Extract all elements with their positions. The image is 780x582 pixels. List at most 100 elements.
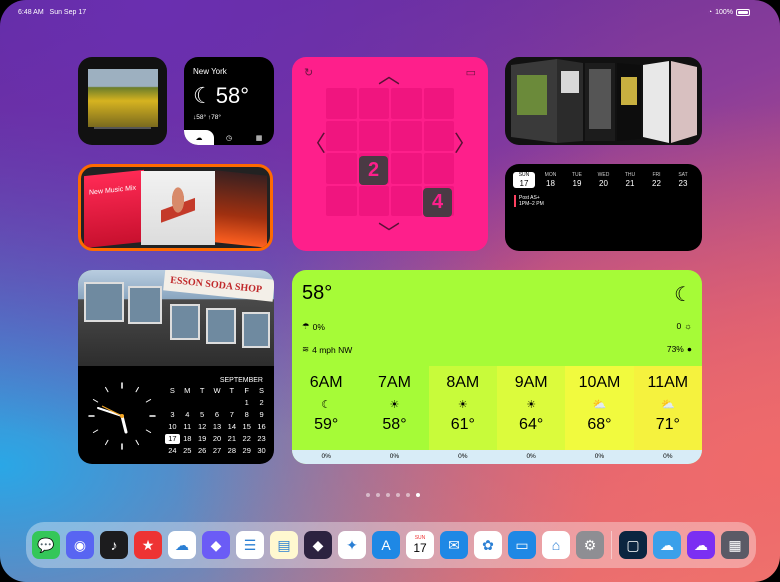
game-tile: 2 bbox=[359, 156, 388, 185]
day[interactable]: SAT 23 bbox=[672, 172, 694, 188]
month-day: 7 bbox=[229, 410, 234, 419]
shortcuts-app-icon[interactable]: ◆ bbox=[202, 531, 230, 559]
game-2048-widget[interactable]: ↻ ▭ ︿ ﹀ 〈 〉 2 4 bbox=[292, 57, 488, 251]
weather-high: ↑78° bbox=[207, 114, 221, 121]
event-time: 1PM–2 PM bbox=[519, 201, 544, 207]
up-arrow-icon[interactable]: ︿ bbox=[378, 65, 400, 87]
obsidian-app-icon[interactable]: ◆ bbox=[304, 531, 332, 559]
weather-tab-clock[interactable]: ◷ bbox=[214, 130, 244, 145]
hour-temp: 58° bbox=[382, 416, 407, 433]
photos-widget-small[interactable] bbox=[78, 57, 167, 145]
day[interactable]: WED 20 bbox=[593, 172, 615, 188]
month-day: 29 bbox=[242, 446, 251, 455]
weather-widget-large[interactable]: 58° ☾ ☂ 0% 0 ☼ ≋ 4 mph NW 73% ● 6AM ☾ 59° 7… bbox=[292, 270, 702, 464]
humidity: 73% bbox=[666, 344, 684, 354]
clock-face bbox=[88, 382, 156, 450]
month-day bbox=[165, 398, 180, 408]
month-day: 30 bbox=[257, 446, 266, 455]
day[interactable]: FRI 22 bbox=[646, 172, 668, 188]
month-day: 19 bbox=[197, 434, 207, 443]
wind-speed: 4 mph NW bbox=[312, 344, 353, 355]
moon-stars-icon: ☾ bbox=[674, 284, 692, 306]
photos-collage-widget[interactable] bbox=[505, 57, 702, 145]
settings-app-icon[interactable]: ⚙ bbox=[576, 531, 604, 559]
hourly-precip: 0% 0% 0% 0% 0% 0% bbox=[292, 450, 702, 464]
month-day: 6 bbox=[214, 410, 220, 419]
hour-temp: 61° bbox=[450, 416, 475, 433]
right-arrow-icon[interactable]: 〉 bbox=[454, 133, 476, 155]
month-day: 13 bbox=[212, 422, 222, 431]
moon-icon: ☾ bbox=[321, 399, 332, 411]
app-store-app-icon[interactable]: A bbox=[372, 531, 400, 559]
weekday-header: W bbox=[213, 386, 221, 395]
hour-column: 7AM ☀ 58° bbox=[360, 366, 429, 450]
mail-app-icon[interactable]: ✉ bbox=[440, 531, 468, 559]
weather-tab-weather[interactable]: ☁ bbox=[184, 130, 214, 145]
page-indicator[interactable] bbox=[366, 493, 420, 497]
news-app-icon[interactable]: ★ bbox=[134, 531, 162, 559]
messages-app-icon[interactable]: 💬 bbox=[32, 531, 60, 559]
partly-cloudy-icon: ⛅ bbox=[660, 399, 675, 411]
weekday-header: S bbox=[169, 386, 175, 395]
recent-app-3-app-icon[interactable]: ☁ bbox=[687, 531, 715, 559]
music-app-icon[interactable]: ♪ bbox=[100, 531, 128, 559]
weather-low: ↓58° bbox=[193, 114, 207, 121]
month-day: 25 bbox=[183, 446, 192, 455]
hour-column: 11AM ⛅ 71° bbox=[633, 366, 702, 450]
hour-temp: 71° bbox=[655, 416, 680, 433]
weekday-header: S bbox=[259, 386, 265, 395]
month-calendar: SEPTEMBER S M T W T F S 1 2 3 4 5 6 7 8 9 10 11 12 13 14 15 16… bbox=[165, 377, 269, 456]
hour-column: 8AM ☀ 61° bbox=[428, 366, 497, 450]
month-grid: S M T W T F S 1 2 3 4 5 6 7 8 9 10 11 12 13 14 15 16 17 18 19 20 21… bbox=[165, 386, 269, 456]
recent-app-1-app-icon[interactable]: ▢ bbox=[619, 531, 647, 559]
month-day: 16 bbox=[257, 422, 266, 431]
safari-app-icon[interactable]: ✦ bbox=[338, 531, 366, 559]
app-library-app-icon[interactable]: ▦ bbox=[721, 531, 749, 559]
recent-app-2-app-icon[interactable]: ☁ bbox=[653, 531, 681, 559]
month-day: 9 bbox=[259, 410, 264, 419]
left-arrow-icon[interactable]: 〈 bbox=[304, 133, 326, 155]
calendar-week-widget[interactable]: SUN 17 MON 18 TUE 19 WED 20 THU 21 FRI 22 SAT 2… bbox=[505, 164, 702, 251]
day[interactable]: TUE 19 bbox=[566, 172, 588, 188]
music-widget[interactable]: New Music Mix bbox=[78, 164, 273, 251]
weather-temp-row: ☾ 58° bbox=[193, 83, 249, 109]
soda-shop-sign: ESSON SODA SHOP bbox=[163, 270, 274, 302]
droplet-icon: ● bbox=[686, 344, 692, 354]
wind-icon: ≋ bbox=[302, 344, 310, 354]
partly-cloudy-icon: ⛅ bbox=[592, 399, 607, 411]
month-day: 5 bbox=[200, 410, 205, 419]
weather-tab-calendar[interactable]: ▦ bbox=[244, 130, 274, 145]
home-app-icon[interactable]: ⌂ bbox=[542, 531, 570, 559]
day[interactable]: THU 21 bbox=[619, 172, 641, 188]
photo-clock-calendar-widget[interactable]: ESSON SODA SHOP SEPTEMBER S M T W T F S … bbox=[78, 270, 274, 464]
month-day: 23 bbox=[257, 434, 266, 443]
weather-city: New York bbox=[193, 67, 227, 76]
down-arrow-icon[interactable]: ﹀ bbox=[378, 223, 400, 245]
month-day: 12 bbox=[197, 422, 207, 431]
month-day: 27 bbox=[212, 446, 222, 455]
hour-time: 10AM bbox=[578, 374, 621, 391]
dock-separator bbox=[611, 531, 612, 559]
calendar-app-icon[interactable]: SUN 17 bbox=[406, 531, 434, 559]
reminders-app-icon[interactable]: ☰ bbox=[236, 531, 264, 559]
files-app-icon[interactable]: ▭ bbox=[508, 531, 536, 559]
day[interactable]: MON 18 bbox=[540, 172, 562, 188]
battery-icon bbox=[736, 9, 750, 16]
dock: 💬 ◉ ♪ ★ ☁ ◆ ☰ ▤ ◆ ✦ A SUN 17 ✉ ✿ ▭ ⌂ ⚙ ▢ ☁ ☁ ▦ bbox=[26, 522, 756, 568]
icloud-app-icon[interactable]: ☁ bbox=[168, 531, 196, 559]
hour-precip: 0% bbox=[594, 453, 605, 460]
restart-icon[interactable]: ↻ bbox=[304, 66, 313, 79]
album-art bbox=[141, 171, 215, 245]
album-art-right bbox=[215, 170, 267, 248]
week-days: SUN 17 MON 18 TUE 19 WED 20 THU 21 FRI 22 SAT 2… bbox=[513, 172, 694, 188]
status-indicators: ◔ 100% bbox=[708, 9, 750, 16]
weather-widget-small[interactable]: New York ☾ 58° ↓58° ↑78° ☁ ◷ ▦ bbox=[184, 57, 274, 145]
hour-time: 6AM bbox=[309, 374, 343, 391]
discord-app-icon[interactable]: ◉ bbox=[66, 531, 94, 559]
menu-icon[interactable]: ▭ bbox=[466, 66, 476, 79]
notes-app-icon[interactable]: ▤ bbox=[270, 531, 298, 559]
photos-app-icon[interactable]: ✿ bbox=[474, 531, 502, 559]
weekday-header: T bbox=[199, 386, 205, 395]
calendar-event[interactable]: Post AS+ 1PM–2 PM bbox=[514, 195, 544, 207]
day-today[interactable]: SUN 17 bbox=[513, 172, 535, 188]
